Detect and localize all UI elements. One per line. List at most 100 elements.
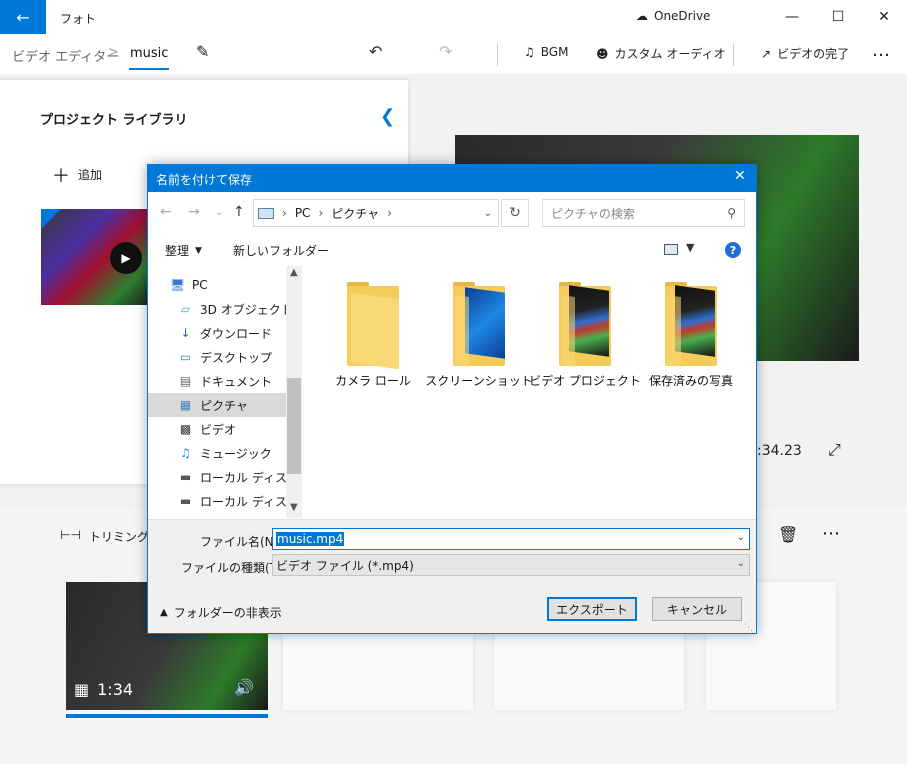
disk-icon: ▬	[179, 494, 192, 508]
folder-item[interactable]: ビデオ プロジェクト	[529, 268, 641, 388]
onedrive-status[interactable]: ☁ OneDrive	[636, 9, 710, 23]
pc-icon: 🖥	[169, 278, 186, 292]
help-button[interactable]: ?	[725, 242, 741, 258]
clip-duration: ▦ 1:34	[74, 680, 134, 699]
nav-forward-button[interactable]: →	[188, 204, 200, 220]
file-type-label: ファイルの種類(T):	[181, 561, 286, 575]
pencil-icon: ✎	[196, 42, 210, 61]
rename-button[interactable]: ✎	[196, 42, 209, 61]
nav-up-button[interactable]: ↑	[233, 204, 245, 220]
music-note-icon: ♫	[524, 45, 535, 59]
library-title: プロジェクト ライブラリ	[40, 113, 188, 128]
photo-preview	[569, 285, 609, 357]
fullscreen-icon[interactable]: ⤢	[828, 440, 841, 460]
tree-item-label: ミュージック	[200, 446, 272, 461]
tree-item[interactable]: ▬ ローカル ディスク (C	[148, 465, 286, 489]
cancel-button[interactable]: キャンセル	[652, 597, 742, 621]
cube-icon: ▱	[180, 302, 191, 316]
plus-icon[interactable]: ＋	[52, 162, 70, 188]
download-icon: ↓	[180, 326, 191, 340]
volume-icon[interactable]: 🔊	[234, 678, 254, 697]
tree-item[interactable]: ▦ ピクチャ	[148, 393, 286, 417]
file-name-input[interactable]: music.mp4 ⌄	[272, 528, 750, 550]
maximize-button[interactable]: ☐	[815, 0, 861, 34]
folder-item[interactable]: 保存済みの写真	[641, 268, 741, 388]
refresh-icon: ↻	[509, 205, 521, 221]
bgm-button[interactable]: ♫ BGM	[524, 45, 568, 59]
address-part-pictures[interactable]: ピクチャ	[331, 205, 379, 222]
share-icon: ↗	[761, 46, 772, 61]
chevron-down-icon: ⌄	[215, 207, 224, 218]
chevron-down-icon[interactable]: ⌄	[484, 208, 492, 219]
tree-item[interactable]: 🖥 PC	[148, 273, 286, 297]
tree-item[interactable]: ▱ 3D オブジェクト	[148, 297, 286, 321]
trim-button[interactable]: ⊢⊣ トリミング	[60, 528, 149, 545]
tree-item[interactable]: ▤ ドキュメント	[148, 369, 286, 393]
chevron-down-icon: ▼	[195, 245, 202, 256]
film-icon: ▦	[74, 680, 90, 699]
pictures-icon: ▦	[179, 398, 192, 412]
nav-back-button[interactable]: ←	[160, 204, 172, 220]
chevron-right-icon: ›	[318, 206, 324, 220]
tree-item[interactable]: ♫ ミュージック	[148, 441, 286, 465]
finish-video-button[interactable]: ↗ ビデオの完了	[761, 45, 849, 62]
folder-label: スクリーンショット	[425, 374, 533, 388]
hide-folders-button[interactable]: ▲ フォルダーの非表示	[160, 604, 282, 621]
folder-item[interactable]: カメラ ロール	[323, 268, 423, 388]
chevron-down-icon[interactable]: ⌄	[737, 532, 745, 543]
tree-item[interactable]: ▭ デスクトップ	[148, 345, 286, 369]
redo-button[interactable]: ↷	[439, 42, 452, 61]
play-icon[interactable]: ▶	[110, 242, 142, 274]
add-media-button[interactable]: 追加	[78, 166, 102, 183]
file-type-select[interactable]: ビデオ ファイル (*.mp4) ⌄	[272, 554, 750, 576]
folder-front	[351, 292, 399, 370]
clip-selection-bar	[66, 714, 268, 718]
screenshot-preview	[465, 287, 505, 359]
folder-front	[561, 295, 575, 367]
tree-item[interactable]: ▩ ビデオ	[148, 417, 286, 441]
export-button[interactable]: エクスポート	[547, 597, 637, 621]
trim-icon: ⊢⊣	[60, 528, 81, 542]
collapse-library-button[interactable]: ❮	[380, 106, 395, 127]
recent-locations-button[interactable]: ⌄	[215, 207, 223, 218]
tree-item-label: 3D オブジェクト	[200, 302, 286, 317]
back-button[interactable]: ←	[0, 0, 46, 34]
minimize-button[interactable]: —	[769, 0, 815, 34]
photo-preview	[675, 285, 715, 357]
organize-menu[interactable]: 整理 ▼	[165, 242, 202, 259]
refresh-button[interactable]: ↻	[501, 199, 529, 227]
folder-label: ビデオ プロジェクト	[529, 374, 641, 388]
document-icon: ▤	[179, 374, 192, 388]
storyboard-more-button[interactable]: ⋯	[822, 523, 840, 544]
tree-item[interactable]: ▬ ローカル ディスク (D	[148, 489, 286, 513]
breadcrumb-parent[interactable]: ビデオ エディター	[12, 46, 119, 65]
redo-icon: ↷	[439, 42, 453, 61]
view-mode-icon[interactable]	[664, 244, 678, 255]
address-part-pc[interactable]: PC	[295, 206, 311, 220]
desktop-icon: ▭	[179, 350, 192, 364]
tree-item[interactable]: ↓ ダウンロード	[148, 321, 286, 345]
folder-item[interactable]: スクリーンショット	[425, 268, 533, 388]
address-bar[interactable]: › PC › ピクチャ › ⌄	[253, 199, 499, 227]
search-icon: ⚲	[727, 206, 736, 220]
more-options-button[interactable]: …	[872, 40, 891, 61]
custom-audio-button[interactable]: ☻ カスタム オーディオ	[596, 45, 726, 62]
disk-icon: ▬	[179, 470, 192, 484]
cloud-icon: ☁	[636, 9, 648, 23]
dialog-close-button[interactable]: ✕	[734, 168, 746, 184]
scroll-down-icon[interactable]: ▼	[290, 502, 298, 513]
toolbar-divider	[733, 44, 734, 66]
delete-icon[interactable]: 🗑	[778, 525, 798, 544]
resize-grip-icon[interactable]: ⋱	[744, 623, 753, 633]
new-folder-button[interactable]: 新しいフォルダー	[233, 242, 329, 259]
chevron-down-icon[interactable]: ▼	[686, 241, 694, 254]
close-button[interactable]: ✕	[861, 0, 907, 34]
undo-button[interactable]: ↶	[369, 42, 382, 61]
chevron-right-icon: ›	[282, 206, 287, 220]
breadcrumb-separator: >	[108, 45, 119, 60]
tree-item-label: ローカル ディスク (D	[200, 494, 286, 509]
search-input[interactable]: ピクチャの検索 ⚲	[542, 199, 745, 227]
breadcrumb-underline	[129, 68, 169, 70]
scroll-up-icon[interactable]: ▲	[290, 267, 298, 278]
tree-scrollbar-thumb[interactable]	[287, 378, 301, 474]
